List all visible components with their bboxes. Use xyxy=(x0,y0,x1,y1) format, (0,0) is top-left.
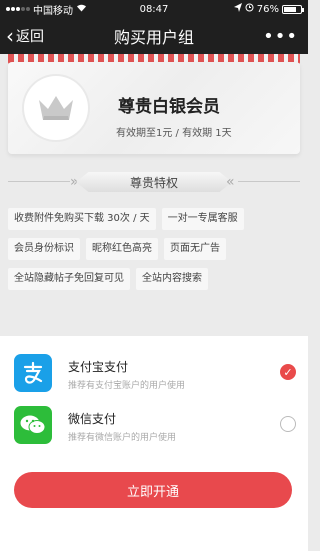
divider xyxy=(238,181,300,182)
alarm-icon xyxy=(245,3,254,15)
carrier-label: 中国移动 xyxy=(33,5,73,17)
privilege-tag: 会员身份标识 xyxy=(8,238,80,260)
chevron-left-icon: « xyxy=(226,174,235,190)
back-label: 返回 xyxy=(16,29,44,45)
battery-fill xyxy=(284,6,297,12)
wechat-icon xyxy=(14,406,52,444)
location-icon xyxy=(233,3,242,15)
privilege-tag: 全站隐藏帖子免回复可见 xyxy=(8,268,130,290)
tag-row: 收费附件免购买下载 30次 / 天 一对一专属客服 xyxy=(8,208,304,230)
back-button[interactable]: ‹ 返回 xyxy=(6,18,44,54)
battery-percent: 76% xyxy=(256,3,279,15)
payment-option-wechat[interactable]: 微信支付 推荐有微信账户的用户使用 xyxy=(0,402,308,448)
signal-icon xyxy=(6,7,30,11)
payment-desc: 推荐有支付宝账户的用户使用 xyxy=(68,381,186,391)
nav-bar: ‹ 返回 购买用户组 ••• xyxy=(0,18,308,54)
battery-icon xyxy=(282,4,304,14)
payment-radio-selected[interactable]: ✓ xyxy=(280,364,296,380)
status-left: 中国移动 xyxy=(6,2,87,17)
payment-desc: 推荐有微信账户的用户使用 xyxy=(68,433,177,443)
member-title: 尊贵白银会员 xyxy=(118,97,220,117)
privilege-tag: 一对一专属客服 xyxy=(161,208,244,230)
member-card: 尊贵白银会员 有效期至1元 / 有效期 1天 xyxy=(8,62,300,154)
wifi-icon xyxy=(76,3,87,15)
crown-icon xyxy=(39,96,73,120)
member-validity: 有效期至1元 / 有效期 1天 xyxy=(116,128,232,139)
crown-badge xyxy=(24,76,88,140)
alipay-icon xyxy=(14,354,52,392)
privilege-tag: 页面无广告 xyxy=(164,238,226,260)
payment-name: 微信支付 xyxy=(68,412,117,426)
more-button[interactable]: ••• xyxy=(263,18,298,54)
tag-row: 会员身份标识 昵称红色高亮 页面无广告 xyxy=(8,238,304,260)
payment-panel: 支付宝支付 推荐有支付宝账户的用户使用 ✓ 微信支付 推荐有微信账户的用户使用 xyxy=(0,336,308,551)
privilege-tag: 全站内容搜索 xyxy=(136,268,208,290)
tag-row: 全站隐藏帖子免回复可见 全站内容搜索 xyxy=(8,268,304,290)
status-right: 76% xyxy=(233,3,304,15)
chevron-left-icon: ‹ xyxy=(6,24,14,48)
privilege-tag: 收费附件免购买下载 30次 / 天 xyxy=(8,208,156,230)
payment-name: 支付宝支付 xyxy=(68,360,129,374)
payment-option-alipay[interactable]: 支付宝支付 推荐有支付宝账户的用户使用 ✓ xyxy=(0,350,308,396)
privilege-title: 尊贵特权 xyxy=(76,172,232,192)
privilege-tags: 收费附件免购买下载 30次 / 天 一对一专属客服 会员身份标识 昵称红色高亮 … xyxy=(8,208,304,298)
privilege-tag: 昵称红色高亮 xyxy=(86,238,158,260)
payment-radio[interactable] xyxy=(280,416,296,432)
open-membership-button[interactable]: 立即开通 xyxy=(14,472,292,508)
status-bar: 中国移动 08:47 76% xyxy=(0,0,308,18)
privilege-header: » 尊贵特权 « xyxy=(0,168,308,196)
page-title: 购买用户组 xyxy=(113,28,194,47)
divider xyxy=(8,181,70,182)
